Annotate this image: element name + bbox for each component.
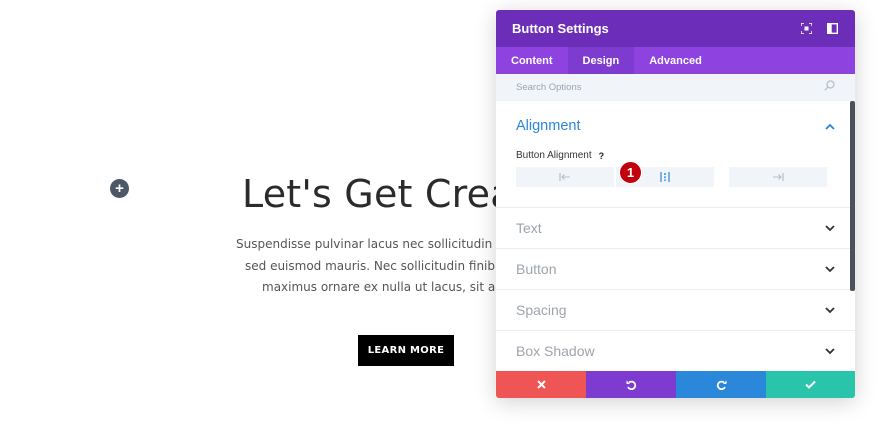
fullscreen-icon[interactable]: [799, 22, 813, 36]
chevron-down-icon[interactable]: [825, 342, 835, 360]
search-icon: [824, 78, 835, 96]
align-right-option[interactable]: [729, 167, 827, 187]
chevron-down-icon[interactable]: [825, 260, 835, 278]
align-left-icon: [559, 173, 570, 181]
section-title: Spacing: [516, 302, 567, 318]
tab-advanced[interactable]: Advanced: [634, 47, 717, 74]
section-button[interactable]: Button: [496, 249, 855, 290]
close-icon: [536, 380, 546, 389]
plus-icon: +: [115, 180, 124, 197]
modal-footer: [496, 371, 855, 398]
chevron-up-icon[interactable]: [825, 117, 835, 135]
field-label: Button Alignment ?: [516, 150, 835, 161]
section-box-shadow[interactable]: Box Shadow: [496, 331, 855, 371]
options-panel: Alignment Button Alignment ? Text Button…: [496, 101, 855, 371]
scrollbar[interactable]: [850, 101, 855, 291]
section-title: Text: [516, 220, 542, 236]
chevron-down-icon[interactable]: [825, 219, 835, 237]
section-title: Box Shadow: [516, 343, 595, 359]
tab-content[interactable]: Content: [496, 47, 568, 74]
search-input[interactable]: Search Options: [516, 82, 824, 93]
section-text[interactable]: Text: [496, 208, 855, 249]
section-spacing[interactable]: Spacing: [496, 290, 855, 331]
section-title: Button: [516, 261, 557, 277]
modal-header: Button Settings: [496, 10, 855, 47]
section-header[interactable]: Alignment: [516, 117, 835, 135]
tab-design[interactable]: Design: [567, 47, 635, 74]
add-section-button[interactable]: +: [110, 179, 129, 198]
search-bar[interactable]: Search Options: [496, 74, 855, 101]
hero-line: Suspendisse pulvinar lacus nec sollicitu…: [236, 237, 500, 251]
align-right-icon: [773, 173, 784, 181]
hero-line: maximus ornare ex nulla ut lacus, sit am…: [262, 280, 500, 294]
hero-line: sed euismod mauris. Nec sollicitudin fin…: [245, 258, 500, 273]
step-badge: 1: [619, 161, 642, 184]
undo-button[interactable]: [586, 371, 676, 398]
hero-title: Let's Get Crea: [242, 172, 514, 216]
section-alignment: Alignment Button Alignment ?: [496, 101, 855, 208]
check-icon: [805, 380, 816, 389]
learn-more-button[interactable]: LEARN MORE: [358, 335, 454, 366]
save-button[interactable]: [766, 371, 855, 398]
alignment-options: [516, 167, 835, 187]
modal-title: Button Settings: [512, 21, 609, 36]
chevron-down-icon[interactable]: [825, 301, 835, 319]
redo-button[interactable]: [676, 371, 766, 398]
align-center-icon: [660, 172, 670, 182]
hero-body: Suspendisse pulvinar lacus nec sollicitu…: [180, 234, 500, 299]
sidebar-icon[interactable]: [825, 22, 839, 36]
section-title: Alignment: [516, 118, 581, 134]
help-icon[interactable]: ?: [599, 151, 605, 161]
align-left-option[interactable]: [516, 167, 614, 187]
redo-icon: [716, 380, 726, 390]
undo-icon: [626, 380, 636, 390]
button-settings-modal: Button Settings Content Design Advanced …: [496, 10, 855, 398]
close-button[interactable]: [496, 371, 586, 398]
tab-bar: Content Design Advanced: [496, 47, 855, 74]
field-label-text: Button Alignment: [516, 150, 592, 161]
